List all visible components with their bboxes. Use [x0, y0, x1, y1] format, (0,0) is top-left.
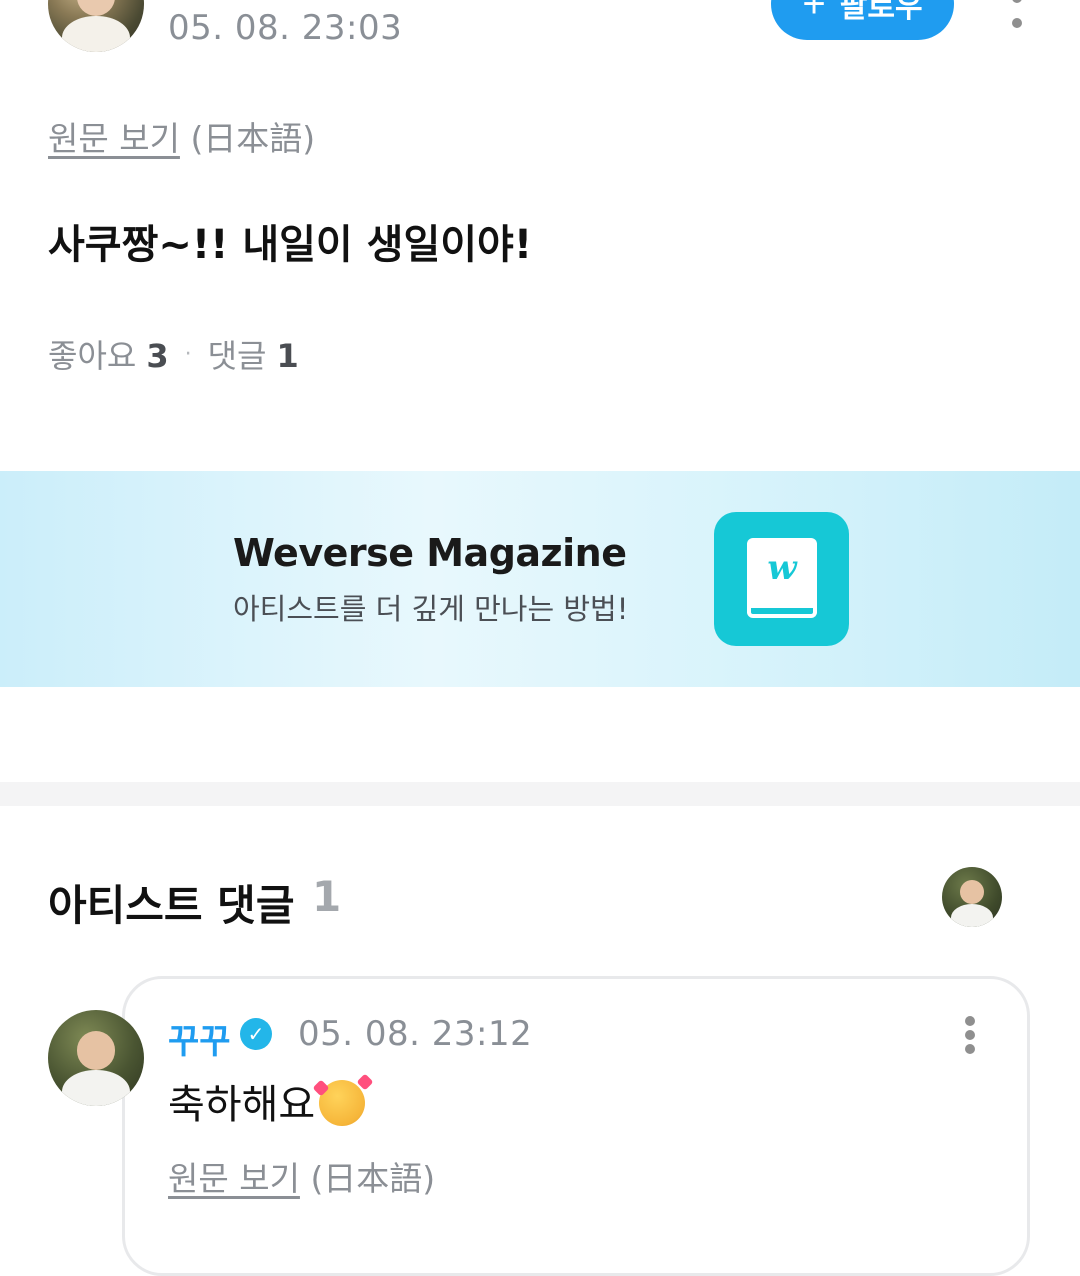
likes-label: 좋아요	[48, 337, 137, 375]
comment-original-language: (日本語)	[310, 1159, 436, 1198]
artist-comments-title: 아티스트 댓글	[48, 881, 295, 930]
comments-label: 댓글	[207, 337, 267, 375]
post-more-icon[interactable]	[1010, 0, 1024, 28]
comment-author-name[interactable]: 꾸꾸	[168, 1014, 231, 1063]
view-original-link[interactable]: 원문 보기 (日本語)	[48, 112, 315, 160]
comment-view-original-label: 원문 보기	[168, 1159, 300, 1198]
post-author-avatar[interactable]	[48, 0, 144, 52]
banner-subtitle: 아티스트를 더 깊게 만나는 방법!	[233, 592, 629, 626]
banner-title: Weverse Magazine	[233, 531, 627, 575]
comments-count: 1	[276, 337, 299, 375]
smiling-face-with-hearts-icon	[319, 1080, 366, 1126]
likes-stat[interactable]: 좋아요 3	[48, 331, 169, 377]
stats-separator: ·	[184, 341, 192, 367]
comment-timestamp: 05. 08. 23:12	[298, 1014, 533, 1054]
view-original-label: 원문 보기	[48, 119, 180, 158]
post-body: 사쿠짱~!! 내일이 생일이야!	[48, 222, 533, 268]
comment-author-avatar[interactable]	[48, 1010, 144, 1106]
post-timestamp: 05. 08. 23:03	[168, 8, 403, 48]
artist-comments-count: 1	[312, 872, 342, 921]
likes-count: 3	[146, 337, 169, 375]
comment-body: 축하해요	[168, 1072, 366, 1130]
original-language: (日本語)	[190, 119, 316, 158]
verified-badge-icon: ✓	[240, 1018, 272, 1050]
artist-profile-avatar[interactable]	[942, 867, 1002, 927]
banner-icon-letter: w	[767, 548, 797, 588]
comments-stat[interactable]: 댓글 1	[208, 331, 299, 377]
follow-button[interactable]: + 팔로우	[771, 0, 954, 40]
comment-view-original-link[interactable]: 원문 보기 (日本語)	[168, 1152, 435, 1200]
plus-icon: +	[802, 0, 826, 26]
follow-label: 팔로우	[839, 0, 923, 24]
magazine-banner[interactable]	[0, 471, 1080, 687]
comment-text: 축하해요	[168, 1082, 316, 1128]
post-stats: 좋아요 3 · 댓글 1	[48, 331, 299, 377]
weverse-magazine-book-icon: w	[714, 512, 849, 646]
section-divider	[0, 782, 1080, 806]
comment-more-icon[interactable]	[963, 1016, 977, 1054]
